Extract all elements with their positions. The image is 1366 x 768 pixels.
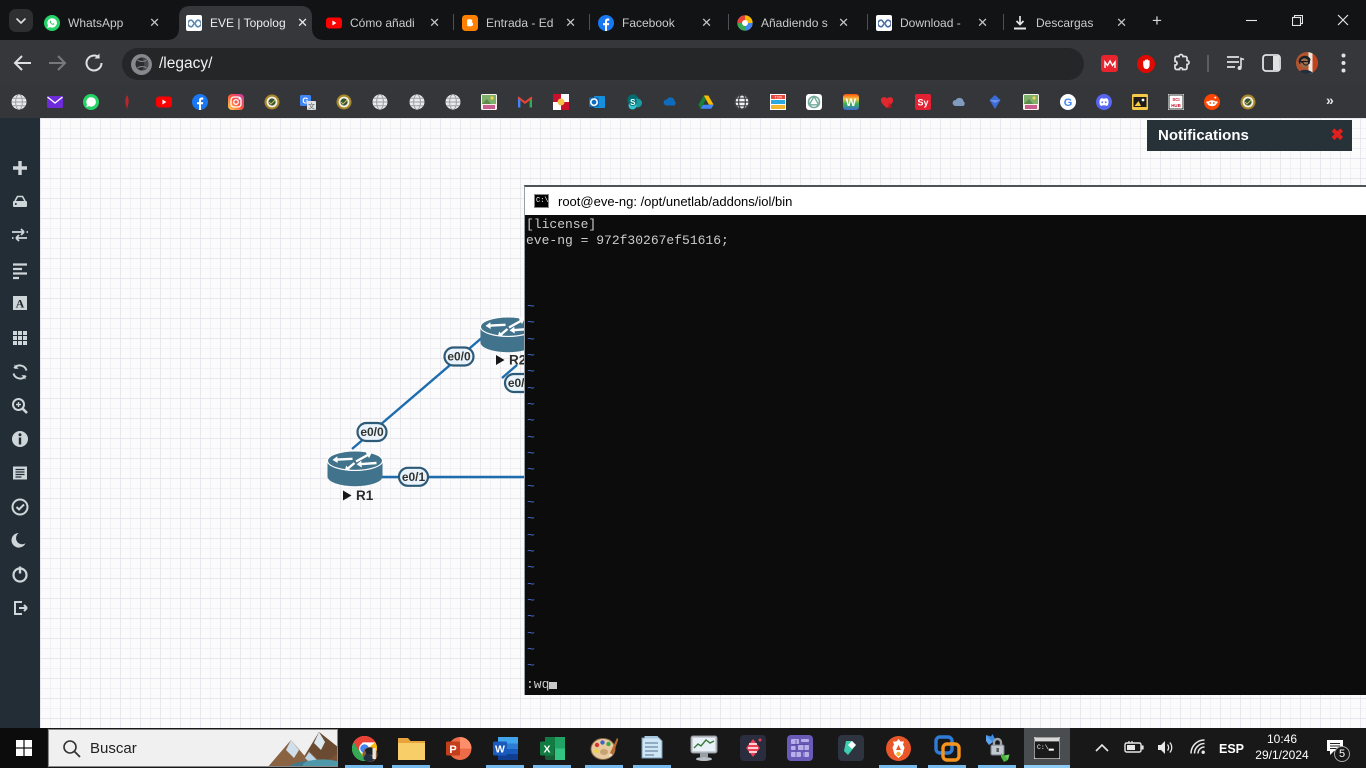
svg-text:W: W (846, 97, 857, 109)
svg-text:X: X (543, 743, 550, 755)
svg-text:SCI: SCI (1172, 97, 1179, 102)
svg-text:S: S (630, 98, 636, 107)
svg-text:文: 文 (308, 102, 315, 111)
svg-text:e0/1: e0/1 (402, 470, 426, 484)
svg-text:HUB: HUB (1171, 103, 1181, 108)
svg-text:e0/0: e0/0 (447, 350, 471, 364)
svg-text:P: P (449, 744, 456, 756)
svg-text:C:\▂: C:\▂ (1037, 744, 1055, 751)
svg-text:e0/0: e0/0 (360, 425, 384, 439)
svg-text:W: W (495, 743, 505, 755)
svg-text:TIM: TIM (774, 97, 782, 101)
svg-text:R1: R1 (356, 488, 374, 503)
svg-text:G: G (1064, 97, 1073, 109)
svg-text:Sy: Sy (917, 98, 928, 108)
